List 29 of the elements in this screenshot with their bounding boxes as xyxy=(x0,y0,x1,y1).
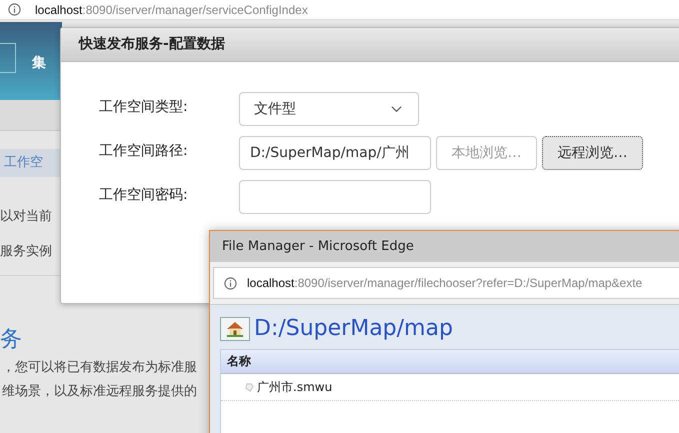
house-icon xyxy=(226,320,244,336)
current-path: D:/SuperMap/map xyxy=(254,316,453,341)
address-bar[interactable]: localhost:8090/iserver/manager/serviceConfigIndex xyxy=(0,0,679,20)
logo-frame xyxy=(0,43,16,73)
text-line: 服务实例 xyxy=(0,243,53,261)
password-field[interactable] xyxy=(239,180,431,214)
column-header: 名称 xyxy=(227,354,251,368)
address-bar[interactable]: localhost:8090/iserver/manager/filechooser?refer=D:/SuperMap/map&exte xyxy=(213,267,679,299)
paragraph-line: ，您可以将已有数据发布为标准服 xyxy=(1,359,198,377)
url-text: localhost:8090/iserver/manager/serviceConfigIndex xyxy=(35,2,308,16)
home-button[interactable] xyxy=(220,316,250,340)
section-heading: 务 xyxy=(0,326,22,354)
window-title: File Manager - Microsoft Edge xyxy=(210,231,679,262)
file-name[interactable]: 广州市.smwu xyxy=(257,378,332,396)
dialog-title: 快速发布服务-配置数据 xyxy=(61,28,679,62)
info-icon[interactable] xyxy=(224,276,237,290)
browse-button[interactable]: 远程浏览… xyxy=(542,136,643,170)
file-icon xyxy=(245,382,254,392)
info-icon[interactable] xyxy=(8,3,21,16)
chevron-icon xyxy=(391,105,402,113)
dropdown[interactable]: 文件型 xyxy=(239,92,419,126)
field-label: 工作空间类型: xyxy=(99,98,189,116)
field-label: 工作空间路径: xyxy=(99,142,189,160)
header-title: 集 xyxy=(32,54,46,72)
paragraph-line: 维场景，以及标准远程服务提供的 xyxy=(1,383,198,401)
url-text: localhost:8090/iserver/manager/filechooser?refer=D:/SuperMap/map&exte xyxy=(247,276,642,290)
field-label: 工作空间密码: xyxy=(99,186,189,204)
text-line: 以对当前 xyxy=(0,208,53,226)
path-field[interactable]: D:/SuperMap/map/广州 xyxy=(239,136,431,170)
